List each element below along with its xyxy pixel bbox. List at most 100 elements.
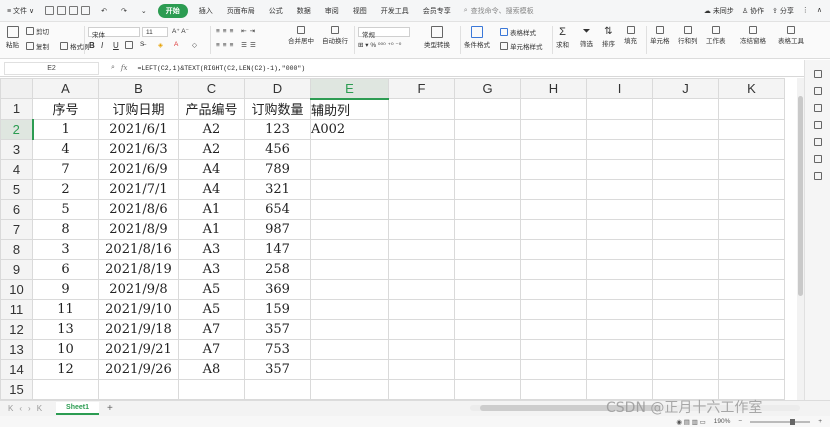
cell[interactable] [520, 158, 587, 180]
cell[interactable]: 357 [244, 358, 311, 380]
row-header[interactable]: 10 [0, 278, 33, 300]
name-box[interactable]: E2 [4, 61, 99, 75]
column-header[interactable]: B [98, 78, 179, 99]
print-icon[interactable] [57, 6, 67, 15]
border-icon[interactable] [125, 41, 133, 49]
align-horizontal-icons[interactable]: ≡≡≡ ☰☰ [216, 41, 259, 49]
cell[interactable] [388, 378, 455, 400]
cell[interactable]: A3 [178, 258, 245, 280]
cell[interactable] [520, 138, 587, 160]
cell[interactable] [652, 358, 719, 380]
cell[interactable] [520, 338, 587, 360]
cell[interactable] [310, 158, 389, 180]
cell[interactable] [586, 158, 653, 180]
column-header[interactable]: H [520, 78, 587, 99]
cell[interactable]: 456 [244, 138, 311, 160]
sum-button[interactable]: Σ 求和 [556, 26, 569, 49]
cell[interactable]: 3 [32, 238, 99, 260]
cell[interactable]: A3 [178, 238, 245, 260]
cell[interactable] [520, 218, 587, 240]
cell[interactable] [454, 278, 521, 300]
cell[interactable] [310, 258, 389, 280]
row-header[interactable]: 9 [0, 258, 33, 280]
print-preview-icon[interactable] [69, 6, 79, 15]
cell[interactable] [586, 238, 653, 260]
cell[interactable] [652, 378, 719, 400]
cell[interactable]: 357 [244, 318, 311, 340]
cell[interactable]: 2021/9/18 [98, 318, 179, 340]
cell[interactable] [586, 338, 653, 360]
zoom-in-icon[interactable]: + [818, 418, 822, 425]
cell[interactable] [586, 318, 653, 340]
cell[interactable] [454, 198, 521, 220]
zoom-out-icon[interactable]: − [738, 418, 742, 425]
help-icon[interactable] [813, 138, 822, 146]
cell[interactable]: 321 [244, 178, 311, 200]
cursor-icon[interactable] [813, 87, 822, 95]
cell[interactable] [586, 98, 653, 120]
row-col-button[interactable]: 行和列 [678, 26, 698, 45]
cell[interactable] [310, 138, 389, 160]
bold-button[interactable]: B [89, 41, 95, 50]
row-header[interactable]: 3 [0, 138, 33, 160]
column-header[interactable]: I [586, 78, 653, 99]
cell[interactable] [586, 298, 653, 320]
cell[interactable]: 2021/8/16 [98, 238, 179, 260]
tab-page-layout[interactable]: 页面布局 [220, 6, 262, 16]
cell[interactable]: 8 [32, 218, 99, 240]
cell[interactable]: 4 [32, 138, 99, 160]
cell[interactable]: 2021/6/1 [98, 118, 179, 140]
cell[interactable] [652, 258, 719, 280]
cell[interactable] [586, 378, 653, 400]
cell-button[interactable]: 单元格 [650, 26, 670, 45]
quick-access-dropdown-icon[interactable]: ⌄ [134, 7, 154, 15]
cell[interactable]: 2021/9/26 [98, 358, 179, 380]
function-icon[interactable]: fx [121, 64, 128, 72]
row-header[interactable]: 5 [0, 178, 33, 200]
cell[interactable]: 辅助列 [310, 98, 389, 120]
cell[interactable]: 2021/9/21 [98, 338, 179, 360]
cell[interactable]: 159 [244, 298, 311, 320]
cell[interactable] [652, 218, 719, 240]
cell[interactable]: A8 [178, 358, 245, 380]
cell[interactable] [586, 278, 653, 300]
cell[interactable] [388, 258, 455, 280]
cell[interactable]: A5 [178, 298, 245, 320]
cell[interactable]: 369 [244, 278, 311, 300]
list-icon[interactable] [813, 121, 822, 129]
cell[interactable] [388, 198, 455, 220]
underline-button[interactable]: U [113, 41, 119, 50]
increase-font-icon[interactable]: A⁺ A⁻ [172, 27, 189, 35]
sort-button[interactable]: ⇅ 排序 [602, 26, 615, 48]
cell[interactable]: A2 [178, 138, 245, 160]
cell[interactable]: 序号 [32, 98, 99, 120]
cell[interactable] [388, 358, 455, 380]
cell[interactable] [388, 218, 455, 240]
row-header[interactable]: 14 [0, 358, 33, 380]
cell[interactable] [388, 178, 455, 200]
cell[interactable] [718, 318, 785, 340]
share-button[interactable]: ⇪ 分享 [772, 6, 794, 16]
cell[interactable]: 订购数量 [244, 98, 311, 120]
fill-button[interactable]: 填充 [624, 26, 637, 45]
row-header-selected[interactable]: 2 [0, 118, 34, 140]
cell[interactable] [388, 318, 455, 340]
column-header[interactable]: K [718, 78, 785, 99]
cell[interactable]: 987 [244, 218, 311, 240]
cell[interactable] [454, 138, 521, 160]
font-name-select[interactable]: 宋体 [88, 27, 140, 39]
row-header[interactable]: 15 [0, 378, 33, 400]
cell[interactable] [520, 318, 587, 340]
command-search[interactable]: ⌕ 查找命令、搜索模板 [464, 6, 534, 16]
cell[interactable] [454, 258, 521, 280]
cell[interactable] [520, 178, 587, 200]
cell[interactable] [388, 278, 455, 300]
cell[interactable] [310, 178, 389, 200]
cell[interactable]: 5 [32, 198, 99, 220]
cell[interactable]: 654 [244, 198, 311, 220]
cell[interactable] [310, 238, 389, 260]
column-header[interactable]: F [388, 78, 455, 99]
copy-button[interactable]: 复制 [26, 41, 49, 51]
cell[interactable] [718, 198, 785, 220]
cell[interactable] [454, 318, 521, 340]
